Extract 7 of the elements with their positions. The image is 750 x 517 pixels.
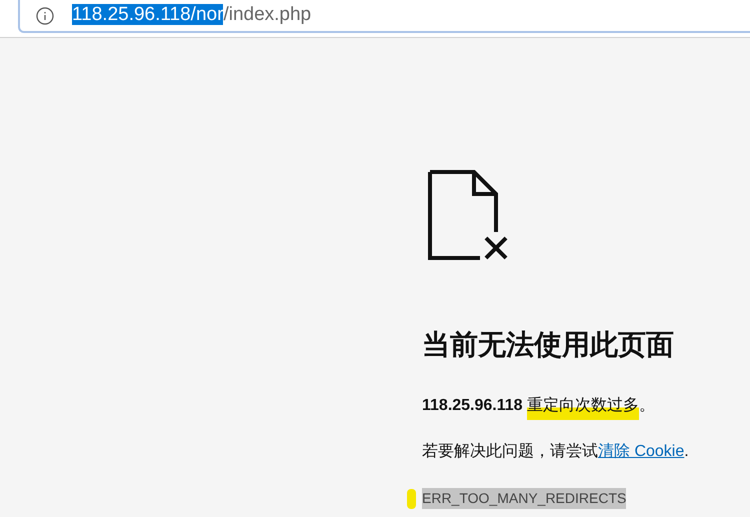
address-bar[interactable]: 118.25.96.118/nor/index.php (18, 0, 750, 33)
hint-text: 若要解决此问题，请尝试清除 Cookie. (422, 442, 689, 462)
url-text: 118.25.96.118/nor/index.php (72, 3, 312, 28)
error-code: ERR_TOO_MANY_REDIRECTS (422, 488, 626, 509)
info-icon[interactable] (36, 6, 54, 24)
clear-cookie-link[interactable]: 清除 Cookie (598, 443, 684, 460)
error-title: 当前无法使用此页面 (422, 328, 674, 362)
